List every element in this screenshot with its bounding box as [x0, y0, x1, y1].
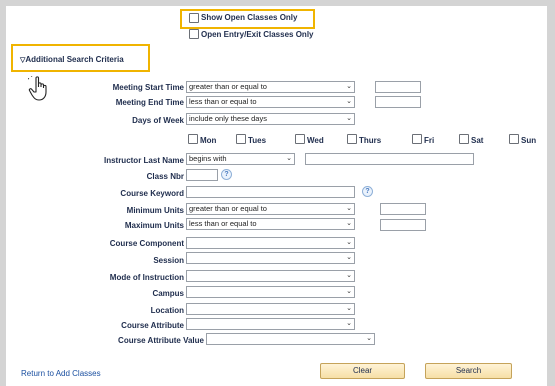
course-component-label: Course Component: [109, 239, 184, 248]
course-component-select[interactable]: ⌄: [186, 237, 355, 249]
day-mon-label: Mon: [200, 136, 217, 145]
meeting-end-operator-value: less than or equal to: [189, 97, 257, 106]
meeting-end-label: Meeting End Time: [115, 98, 184, 107]
session-select[interactable]: ⌄: [186, 252, 355, 264]
chevron-down-icon: ⌄: [346, 272, 352, 279]
open-only-label: Show Open Classes Only: [201, 13, 298, 22]
open-entry-checkbox[interactable]: [189, 29, 199, 39]
day-thurs-checkbox[interactable]: [347, 134, 357, 144]
instructor-operator-value: begins with: [189, 154, 227, 163]
course-attribute-value-label: Course Attribute Value: [118, 336, 204, 345]
day-sun-checkbox[interactable]: [509, 134, 519, 144]
hand-pointer-icon: [28, 76, 47, 101]
days-of-week-label: Days of Week: [132, 116, 184, 125]
day-mon-checkbox[interactable]: [188, 134, 198, 144]
session-label: Session: [153, 256, 184, 265]
min-units-operator-value: greater than or equal to: [189, 204, 267, 213]
additional-criteria-toggle[interactable]: ▽Additional Search Criteria: [20, 55, 124, 64]
chevron-down-icon: ⌄: [346, 305, 352, 312]
instructor-operator[interactable]: begins with ⌄: [186, 153, 295, 165]
min-units-label: Minimum Units: [126, 206, 184, 215]
clear-button[interactable]: Clear: [320, 363, 405, 379]
chevron-down-icon: ⌄: [346, 254, 352, 261]
course-keyword-input[interactable]: [186, 186, 355, 198]
additional-criteria-title: Additional Search Criteria: [25, 55, 124, 64]
campus-select[interactable]: ⌄: [186, 286, 355, 298]
day-sat-label: Sat: [471, 136, 484, 145]
meeting-end-input[interactable]: [375, 96, 421, 108]
course-attribute-select[interactable]: ⌄: [186, 318, 355, 330]
return-to-add-classes-link[interactable]: Return to Add Classes: [21, 369, 101, 378]
class-nbr-help-icon[interactable]: ?: [221, 169, 232, 180]
day-wed-label: Wed: [307, 136, 324, 145]
location-select[interactable]: ⌄: [186, 303, 355, 315]
location-label: Location: [150, 306, 184, 315]
max-units-label: Maximum Units: [124, 221, 184, 230]
course-attribute-label: Course Attribute: [121, 321, 184, 330]
course-attribute-value-select[interactable]: ⌄: [206, 333, 375, 345]
day-tues-checkbox[interactable]: [236, 134, 246, 144]
chevron-down-icon: ⌄: [346, 288, 352, 295]
chevron-down-icon: ⌄: [346, 115, 352, 122]
chevron-down-icon: ⌄: [286, 155, 292, 162]
search-button[interactable]: Search: [425, 363, 512, 379]
day-wed-checkbox[interactable]: [295, 134, 305, 144]
max-units-input[interactable]: [380, 219, 426, 231]
min-units-operator[interactable]: greater than or equal to ⌄: [186, 203, 355, 215]
meeting-end-operator[interactable]: less than or equal to ⌄: [186, 96, 355, 108]
chevron-down-icon: ⌄: [346, 98, 352, 105]
chevron-down-icon: ⌄: [346, 239, 352, 246]
day-sat-checkbox[interactable]: [459, 134, 469, 144]
chevron-down-icon: ⌄: [366, 335, 372, 342]
class-nbr-input[interactable]: [186, 169, 218, 181]
day-sun-label: Sun: [521, 136, 537, 145]
mode-label: Mode of Instruction: [109, 273, 184, 282]
meeting-start-operator[interactable]: greater than or equal to ⌄: [186, 81, 355, 93]
max-units-operator-value: less than or equal to: [189, 219, 257, 228]
meeting-start-input[interactable]: [375, 81, 421, 93]
chevron-down-icon: ⌄: [346, 220, 352, 227]
open-only-checkbox[interactable]: [189, 13, 199, 23]
day-tues-label: Tues: [248, 136, 267, 145]
instructor-input[interactable]: [305, 153, 474, 165]
days-of-week-operator-value: include only these days: [189, 114, 267, 123]
course-keyword-help-icon[interactable]: ?: [362, 186, 373, 197]
campus-label: Campus: [152, 289, 184, 298]
meeting-start-label: Meeting Start Time: [112, 83, 184, 92]
chevron-down-icon: ⌄: [346, 83, 352, 90]
chevron-down-icon: ⌄: [346, 205, 352, 212]
meeting-start-operator-value: greater than or equal to: [189, 82, 267, 91]
day-fri-label: Fri: [424, 136, 435, 145]
chevron-down-icon: ⌄: [346, 320, 352, 327]
day-thurs-label: Thurs: [359, 136, 382, 145]
course-keyword-label: Course Keyword: [120, 189, 184, 198]
min-units-input[interactable]: [380, 203, 426, 215]
max-units-operator[interactable]: less than or equal to ⌄: [186, 218, 355, 230]
days-of-week-operator[interactable]: include only these days ⌄: [186, 113, 355, 125]
mode-select[interactable]: ⌄: [186, 270, 355, 282]
open-entry-label: Open Entry/Exit Classes Only: [201, 30, 314, 39]
instructor-label: Instructor Last Name: [103, 156, 184, 165]
class-nbr-label: Class Nbr: [146, 172, 184, 181]
day-fri-checkbox[interactable]: [412, 134, 422, 144]
